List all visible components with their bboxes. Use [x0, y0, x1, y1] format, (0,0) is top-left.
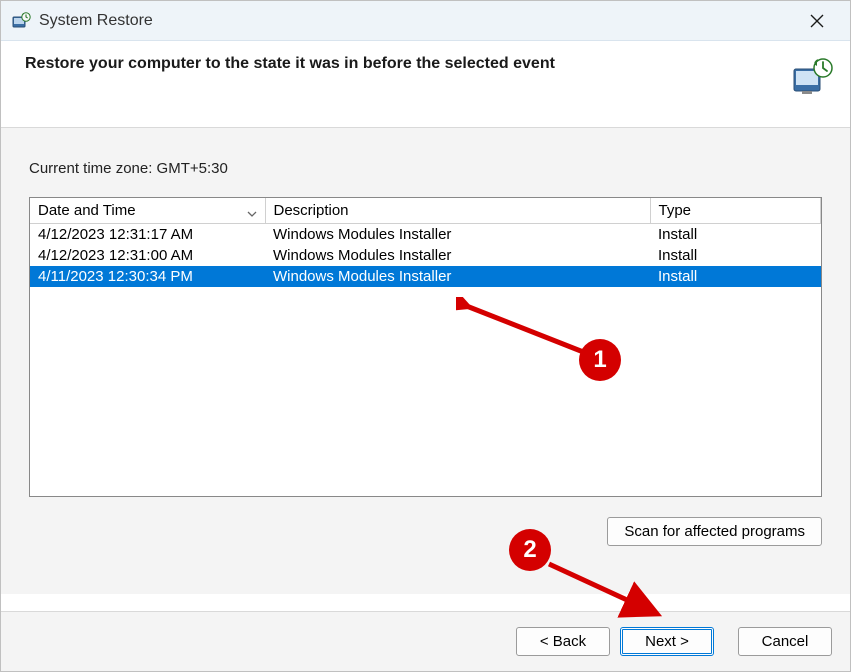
scan-row: Scan for affected programs [29, 517, 822, 546]
table-cell-datetime: 4/12/2023 12:31:00 AM [30, 245, 265, 266]
system-restore-window: System Restore Restore your computer to … [0, 0, 851, 672]
column-header-label: Description [274, 202, 349, 219]
system-restore-icon [11, 11, 31, 31]
column-header-label: Type [659, 202, 692, 219]
table-cell-description: Windows Modules Installer [265, 266, 650, 287]
table-row[interactable]: 4/12/2023 12:31:17 AMWindows Modules Ins… [30, 224, 821, 246]
table-cell-datetime: 4/12/2023 12:31:17 AM [30, 224, 265, 246]
header-area: Restore your computer to the state it wa… [1, 41, 850, 128]
table-row[interactable]: 4/11/2023 12:30:34 PMWindows Modules Ins… [30, 266, 821, 287]
window-title: System Restore [39, 12, 794, 30]
table-header-row: Date and Time Description Type [30, 198, 821, 224]
content-area: Current time zone: GMT+5:30 Date and Tim… [1, 128, 850, 594]
table-cell-datetime: 4/11/2023 12:30:34 PM [30, 266, 265, 287]
column-header-type[interactable]: Type [650, 198, 821, 224]
close-button[interactable] [794, 5, 840, 37]
column-header-datetime[interactable]: Date and Time [30, 198, 265, 224]
table-cell-type: Install [650, 266, 821, 287]
scan-affected-button[interactable]: Scan for affected programs [607, 517, 822, 546]
sort-descending-icon [247, 205, 257, 222]
table-cell-type: Install [650, 245, 821, 266]
table-cell-description: Windows Modules Installer [265, 245, 650, 266]
system-restore-large-icon [790, 55, 834, 99]
column-header-description[interactable]: Description [265, 198, 650, 224]
timezone-label: Current time zone: GMT+5:30 [29, 160, 822, 177]
back-button[interactable]: < Back [516, 627, 610, 656]
table-cell-description: Windows Modules Installer [265, 224, 650, 246]
close-icon [810, 14, 824, 28]
titlebar: System Restore [1, 1, 850, 41]
table-row[interactable]: 4/12/2023 12:31:00 AMWindows Modules Ins… [30, 245, 821, 266]
page-heading: Restore your computer to the state it wa… [25, 55, 782, 73]
next-button[interactable]: Next > [620, 627, 714, 656]
column-header-label: Date and Time [38, 202, 136, 219]
table-cell-type: Install [650, 224, 821, 246]
cancel-button[interactable]: Cancel [738, 627, 832, 656]
wizard-footer: < Back Next > Cancel [1, 611, 850, 671]
restore-points-table[interactable]: Date and Time Description Type 4 [29, 197, 822, 497]
